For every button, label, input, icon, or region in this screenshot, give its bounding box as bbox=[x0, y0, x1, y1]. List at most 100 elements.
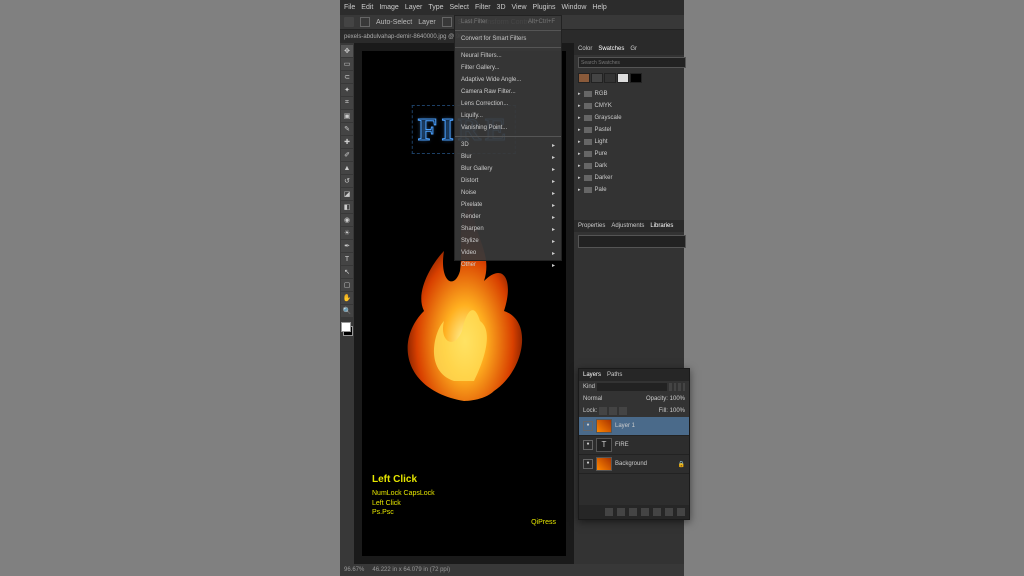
trash-icon[interactable] bbox=[677, 508, 685, 516]
history-brush-tool[interactable]: ↺ bbox=[341, 175, 353, 187]
crop-tool[interactable]: ⌗ bbox=[341, 97, 353, 109]
dd-camera-raw[interactable]: Camera Raw Filter... bbox=[455, 86, 561, 98]
heal-tool[interactable]: ✚ bbox=[341, 136, 353, 148]
libraries-search[interactable] bbox=[578, 235, 686, 248]
layer-dropdown[interactable]: Layer bbox=[418, 19, 436, 26]
layer-filter-input[interactable] bbox=[597, 383, 667, 391]
folder-darker[interactable]: ▸Darker bbox=[578, 172, 680, 184]
pen-tool[interactable]: ✒ bbox=[341, 240, 353, 252]
menu-3d[interactable]: 3D bbox=[497, 4, 506, 11]
folder-rgb[interactable]: ▸RGB bbox=[578, 88, 680, 100]
dd-distort[interactable]: Distort▸ bbox=[455, 175, 561, 187]
zoom-tool[interactable]: 🔍 bbox=[341, 305, 353, 317]
tab-layers[interactable]: Layers bbox=[583, 372, 601, 378]
blur-tool[interactable]: ◉ bbox=[341, 214, 353, 226]
filter-shape-icon[interactable] bbox=[683, 383, 686, 391]
dd-neural[interactable]: Neural Filters... bbox=[455, 50, 561, 62]
foreground-color-chip[interactable] bbox=[341, 322, 351, 332]
link-layers-icon[interactable] bbox=[605, 508, 613, 516]
folder-grayscale[interactable]: ▸Grayscale bbox=[578, 112, 680, 124]
folder-pale[interactable]: ▸Pale bbox=[578, 184, 680, 196]
folder-light[interactable]: ▸Light bbox=[578, 136, 680, 148]
lasso-tool[interactable]: ⊂ bbox=[341, 71, 353, 83]
dd-blur-gallery[interactable]: Blur Gallery▸ bbox=[455, 163, 561, 175]
group-icon[interactable] bbox=[653, 508, 661, 516]
eraser-tool[interactable]: ◪ bbox=[341, 188, 353, 200]
frame-tool[interactable]: ▣ bbox=[341, 110, 353, 122]
folder-pastel[interactable]: ▸Pastel bbox=[578, 124, 680, 136]
stamp-tool[interactable]: ▲ bbox=[341, 162, 353, 174]
menu-image[interactable]: Image bbox=[379, 4, 398, 11]
tab-libraries[interactable]: Libraries bbox=[650, 223, 673, 229]
layer-name[interactable]: Background bbox=[615, 461, 647, 467]
dd-gallery[interactable]: Filter Gallery... bbox=[455, 62, 561, 74]
opacity-value[interactable]: 100% bbox=[670, 396, 685, 402]
menu-layer[interactable]: Layer bbox=[405, 4, 423, 11]
path-tool[interactable]: ↖ bbox=[341, 266, 353, 278]
tab-paths[interactable]: Paths bbox=[607, 372, 622, 378]
tab-adjustments[interactable]: Adjustments bbox=[611, 223, 644, 229]
dd-wide-angle[interactable]: Adaptive Wide Angle... bbox=[455, 74, 561, 86]
swatch-chip[interactable] bbox=[604, 73, 616, 83]
auto-select-checkbox[interactable] bbox=[360, 17, 370, 27]
dd-other[interactable]: Other▸ bbox=[455, 259, 561, 271]
lock-position-icon[interactable] bbox=[609, 407, 617, 415]
home-icon[interactable] bbox=[344, 17, 354, 27]
dd-last-filter[interactable]: Last FilterAlt+Ctrl+F bbox=[455, 16, 561, 28]
dd-render[interactable]: Render▸ bbox=[455, 211, 561, 223]
layer-row-background[interactable]: ● Background 🔒 bbox=[579, 455, 689, 474]
dd-video[interactable]: Video▸ bbox=[455, 247, 561, 259]
folder-cmyk[interactable]: ▸CMYK bbox=[578, 100, 680, 112]
folder-dark[interactable]: ▸Dark bbox=[578, 160, 680, 172]
dd-blur[interactable]: Blur▸ bbox=[455, 151, 561, 163]
tab-swatches[interactable]: Swatches bbox=[598, 46, 624, 52]
filter-adjust-icon[interactable] bbox=[674, 383, 677, 391]
menu-help[interactable]: Help bbox=[592, 4, 606, 11]
mask-icon[interactable] bbox=[629, 508, 637, 516]
dd-liquify[interactable]: Liquify... bbox=[455, 110, 561, 122]
eyedropper-tool[interactable]: ✎ bbox=[341, 123, 353, 135]
menu-window[interactable]: Window bbox=[562, 4, 587, 11]
wand-tool[interactable]: ✦ bbox=[341, 84, 353, 96]
filter-pixel-icon[interactable] bbox=[669, 383, 672, 391]
color-chips[interactable] bbox=[341, 322, 353, 336]
layer-name[interactable]: Layer 1 bbox=[615, 423, 635, 429]
dd-noise[interactable]: Noise▸ bbox=[455, 187, 561, 199]
zoom-level[interactable]: 96.67% bbox=[344, 567, 364, 573]
dd-stylize[interactable]: Stylize▸ bbox=[455, 235, 561, 247]
menu-view[interactable]: View bbox=[512, 4, 527, 11]
dd-smart-filters[interactable]: Convert for Smart Filters bbox=[455, 33, 561, 45]
tab-color[interactable]: Color bbox=[578, 46, 592, 52]
layer-name[interactable]: FIRE bbox=[615, 442, 629, 448]
marquee-tool[interactable]: ▭ bbox=[341, 58, 353, 70]
folder-pure[interactable]: ▸Pure bbox=[578, 148, 680, 160]
adjustment-layer-icon[interactable] bbox=[641, 508, 649, 516]
swatch-chip[interactable] bbox=[591, 73, 603, 83]
dd-pixelate[interactable]: Pixelate▸ bbox=[455, 199, 561, 211]
gradient-tool[interactable]: ◧ bbox=[341, 201, 353, 213]
visibility-icon[interactable]: ● bbox=[583, 459, 593, 469]
dd-3d[interactable]: 3D▸ bbox=[455, 139, 561, 151]
menu-type[interactable]: Type bbox=[428, 4, 443, 11]
blend-mode[interactable]: Normal bbox=[583, 396, 602, 402]
swatch-chip[interactable] bbox=[617, 73, 629, 83]
lock-pixels-icon[interactable] bbox=[599, 407, 607, 415]
dodge-tool[interactable]: ☀ bbox=[341, 227, 353, 239]
menu-plugins[interactable]: Plugins bbox=[533, 4, 556, 11]
visibility-icon[interactable]: ● bbox=[583, 421, 593, 431]
fill-value[interactable]: 100% bbox=[670, 408, 685, 414]
menu-edit[interactable]: Edit bbox=[361, 4, 373, 11]
dd-vanishing[interactable]: Vanishing Point... bbox=[455, 122, 561, 134]
menu-file[interactable]: File bbox=[344, 4, 355, 11]
type-tool[interactable]: T bbox=[341, 253, 353, 265]
brush-tool[interactable]: ✐ bbox=[341, 149, 353, 161]
shape-tool[interactable]: ▢ bbox=[341, 279, 353, 291]
dd-lens[interactable]: Lens Correction... bbox=[455, 98, 561, 110]
menu-select[interactable]: Select bbox=[450, 4, 469, 11]
filter-text-icon[interactable] bbox=[678, 383, 681, 391]
tab-gradients[interactable]: Gr bbox=[630, 46, 637, 52]
layer-row-fire-text[interactable]: ● T FIRE bbox=[579, 436, 689, 455]
layer-row-layer1[interactable]: ● Layer 1 bbox=[579, 417, 689, 436]
fx-icon[interactable] bbox=[617, 508, 625, 516]
transform-checkbox[interactable] bbox=[442, 17, 452, 27]
